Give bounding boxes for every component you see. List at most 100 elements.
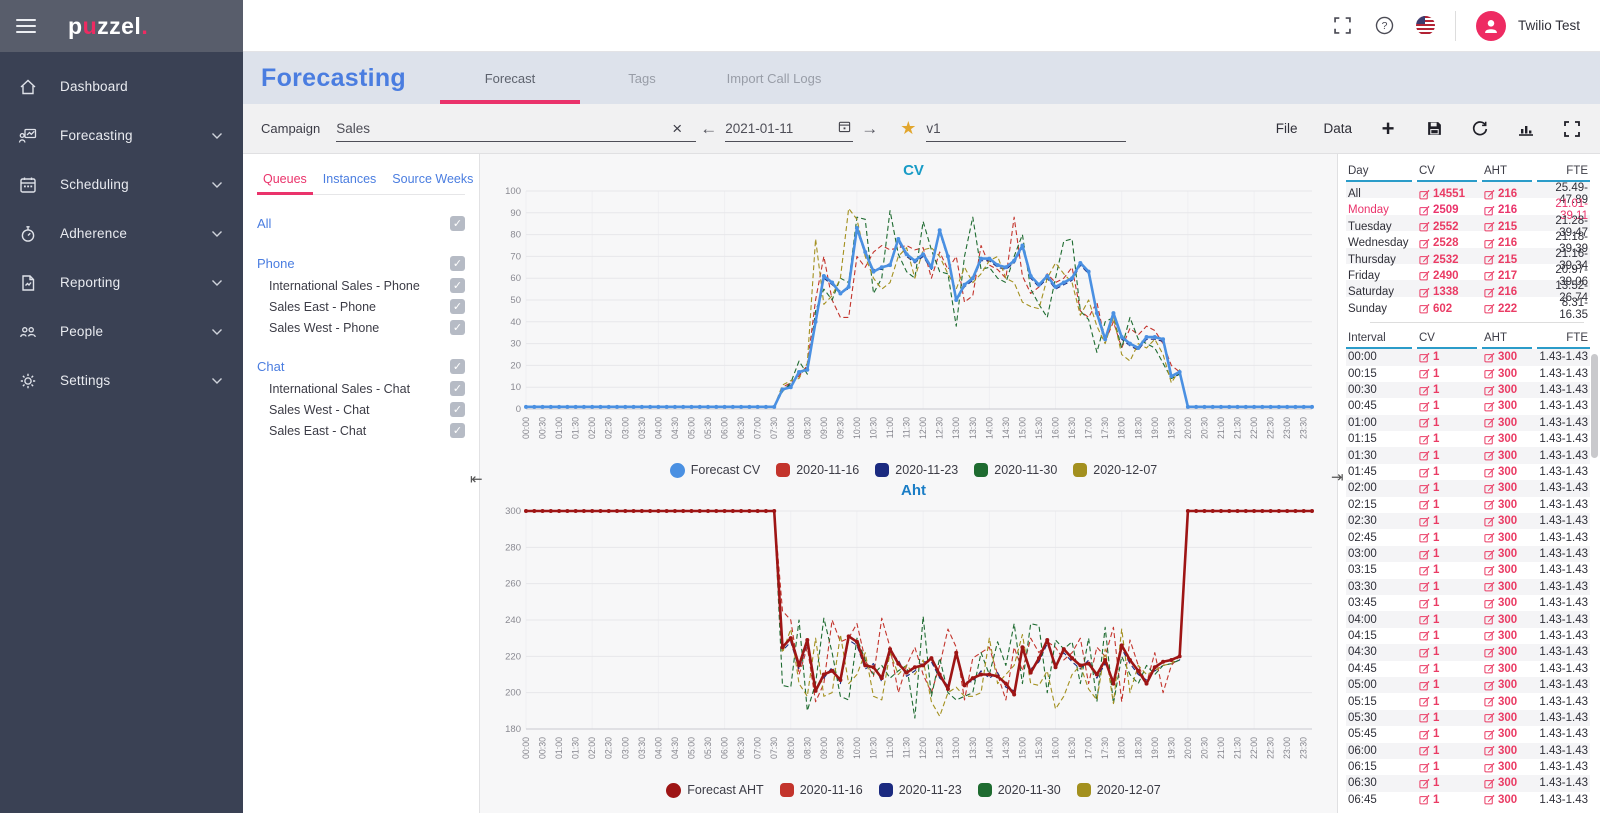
aht-value[interactable]: 300 (1482, 761, 1532, 773)
language-flag-icon[interactable] (1415, 16, 1435, 35)
tab-import-call-logs[interactable]: Import Call Logs (708, 52, 840, 104)
calendar-icon[interactable] (838, 120, 851, 138)
checkbox[interactable]: ✓ (450, 320, 465, 335)
interval-table-row[interactable]: 06:15 1 300 1.43-1.43 (1346, 759, 1590, 775)
interval-table-row[interactable]: 01:15 1 300 1.43-1.43 (1346, 431, 1590, 447)
sidebar-item-dashboard[interactable]: Dashboard (0, 62, 243, 111)
filter-tab-source-weeks[interactable]: Source Weeks (386, 168, 479, 194)
cv-value[interactable]: 1 (1417, 777, 1477, 789)
aht-value[interactable]: 300 (1482, 384, 1532, 396)
queue-item-sales-west-phone[interactable]: Sales West - Phone ✓ (257, 317, 465, 338)
day-table-row[interactable]: All 14551 216 25.49-47.89 (1346, 182, 1590, 206)
cv-value[interactable]: 1 (1417, 679, 1477, 691)
legend-item-forecast-aht[interactable]: Forecast AHT (666, 782, 764, 798)
aht-value[interactable]: 300 (1482, 417, 1532, 429)
sidebar-item-reporting[interactable]: Reporting (0, 258, 243, 307)
interval-table-row[interactable]: 05:30 1 300 1.43-1.43 (1346, 709, 1590, 727)
interval-table-row[interactable]: 02:00 1 300 1.43-1.43 (1346, 480, 1590, 497)
campaign-input[interactable] (336, 115, 697, 142)
aht-value[interactable]: 300 (1482, 466, 1532, 478)
legend-item-2020-11-16[interactable]: 2020-11-16 (776, 463, 859, 477)
cv-value[interactable]: 1 (1417, 466, 1477, 478)
cv-value[interactable]: 1 (1417, 515, 1477, 527)
interval-table-row[interactable]: 04:30 1 300 1.43-1.43 (1346, 644, 1590, 661)
cv-value[interactable]: 1 (1417, 597, 1477, 609)
cv-value[interactable]: 1 (1417, 646, 1477, 658)
user-name[interactable]: Twilio Test (1518, 18, 1580, 33)
day-table-row[interactable]: Friday 2490 217 20.97-39.06 (1346, 264, 1590, 288)
legend-item-2020-11-30[interactable]: 2020-11-30 (974, 463, 1057, 477)
interval-table-row[interactable]: 04:00 1 300 1.43-1.43 (1346, 611, 1590, 628)
queue-item-international-sales-chat[interactable]: International Sales - Chat ✓ (257, 378, 465, 399)
cv-value[interactable]: 2490 (1417, 270, 1477, 282)
fullscreen-chart-icon[interactable] (1562, 119, 1582, 139)
tab-forecast[interactable]: Forecast (440, 52, 580, 104)
interval-table-row[interactable]: 06:00 1 300 1.43-1.43 (1346, 742, 1590, 759)
avatar[interactable] (1475, 10, 1506, 41)
sidebar-item-people[interactable]: People (0, 307, 243, 356)
interval-table-row[interactable]: 05:45 1 300 1.43-1.43 (1346, 726, 1590, 742)
cv-value[interactable]: 1 (1417, 712, 1477, 724)
interval-table-row[interactable]: 01:30 1 300 1.43-1.43 (1346, 447, 1590, 464)
save-icon[interactable] (1424, 119, 1444, 139)
cv-value[interactable]: 1 (1417, 581, 1477, 593)
chart-icon[interactable] (1516, 119, 1536, 139)
aht-value[interactable]: 217 (1482, 270, 1532, 282)
interval-table-row[interactable]: 00:45 1 300 1.43-1.43 (1346, 398, 1590, 414)
checkbox[interactable]: ✓ (450, 358, 465, 374)
day-table-row[interactable]: Sunday 602 222 8.31-16.35 (1346, 297, 1590, 321)
aht-value[interactable]: 300 (1482, 351, 1532, 363)
aht-value[interactable]: 300 (1482, 564, 1532, 576)
aht-value[interactable]: 300 (1482, 794, 1532, 806)
cv-value[interactable]: 1 (1417, 368, 1477, 380)
aht-value[interactable]: 300 (1482, 614, 1532, 626)
aht-value[interactable]: 215 (1482, 221, 1532, 233)
interval-table-row[interactable]: 05:15 1 300 1.43-1.43 (1346, 693, 1590, 709)
legend-item-2020-11-16[interactable]: 2020-11-16 (779, 783, 863, 797)
refresh-icon[interactable] (1470, 119, 1490, 139)
cv-value[interactable]: 1 (1417, 400, 1477, 412)
collapse-right-panel-icon[interactable]: ⇥ (1331, 468, 1344, 486)
aht-value[interactable]: 300 (1482, 400, 1532, 412)
queue-group-phone[interactable]: Phone ✓ (257, 251, 465, 275)
cv-value[interactable]: 14551 (1417, 188, 1477, 200)
cv-value[interactable]: 1 (1417, 548, 1477, 560)
chevron-down-icon[interactable] (211, 323, 223, 341)
cv-value[interactable]: 1338 (1417, 286, 1477, 298)
aht-value[interactable]: 300 (1482, 679, 1532, 691)
aht-value[interactable]: 300 (1482, 581, 1532, 593)
day-table-row[interactable]: Thursday 2532 215 21.16-39.34 (1346, 247, 1590, 272)
cv-value[interactable]: 1 (1417, 499, 1477, 511)
queue-group-all[interactable]: All ✓ (257, 211, 465, 235)
aht-value[interactable]: 300 (1482, 597, 1532, 609)
chevron-down-icon[interactable] (211, 225, 223, 243)
queue-item-sales-east-chat[interactable]: Sales East - Chat ✓ (257, 420, 465, 441)
cv-value[interactable]: 1 (1417, 417, 1477, 429)
day-table-row[interactable]: Monday 2509 216 21.01-39.11 (1346, 198, 1590, 222)
legend-item-2020-12-07[interactable]: 2020-12-07 (1073, 463, 1157, 477)
interval-table-row[interactable]: 00:30 1 300 1.43-1.43 (1346, 381, 1590, 399)
interval-table-row[interactable]: 04:15 1 300 1.43-1.43 (1346, 628, 1590, 644)
file-menu[interactable]: File (1276, 121, 1298, 136)
interval-table-row[interactable]: 03:15 1 300 1.43-1.43 (1346, 562, 1590, 578)
day-table-row[interactable]: Saturday 1338 216 13.52-26.74 (1346, 280, 1590, 304)
checkbox[interactable]: ✓ (450, 255, 465, 271)
chevron-down-icon[interactable] (211, 176, 223, 194)
cv-value[interactable]: 1 (1417, 630, 1477, 642)
queue-item-sales-west-chat[interactable]: Sales West - Chat ✓ (257, 399, 465, 420)
cv-value[interactable]: 1 (1417, 728, 1477, 740)
aht-value[interactable]: 216 (1482, 204, 1532, 216)
checkbox[interactable]: ✓ (450, 381, 465, 396)
aht-value[interactable]: 300 (1482, 712, 1532, 724)
cv-value[interactable]: 1 (1417, 663, 1477, 675)
chevron-down-icon[interactable] (211, 274, 223, 292)
aht-value[interactable]: 216 (1482, 188, 1532, 200)
aht-value[interactable]: 300 (1482, 532, 1532, 544)
filter-tab-queues[interactable]: Queues (257, 168, 313, 195)
interval-table-scrollbar[interactable] (1591, 354, 1598, 458)
fullscreen-icon[interactable] (1332, 15, 1354, 37)
aht-value[interactable]: 215 (1482, 254, 1532, 266)
hamburger-menu-icon[interactable] (16, 19, 36, 33)
cv-value[interactable]: 1 (1417, 564, 1477, 576)
cv-value[interactable]: 2528 (1417, 237, 1477, 249)
